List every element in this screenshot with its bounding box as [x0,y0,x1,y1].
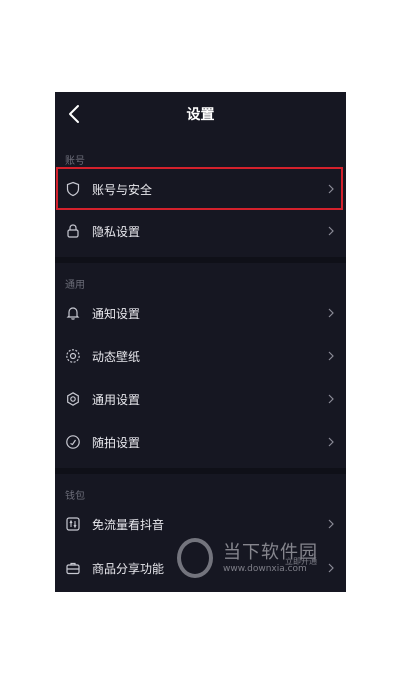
briefcase-icon [66,562,80,575]
menu-item-label: 动态壁纸 [92,350,141,364]
section-divider [55,468,346,474]
header: 设置 [55,92,346,136]
watermark: 当下软件园 www.downxia.com 立即开通 [175,536,345,584]
data-traffic-icon [66,517,80,531]
check-circle-icon [66,435,80,449]
menu-item-wallpaper[interactable]: 动态壁纸 [55,338,346,374]
gear-icon [67,392,79,406]
chevron-right-icon [328,437,334,447]
menu-item-general-settings[interactable]: 通用设置 [55,381,346,417]
menu-item-label: 通用设置 [92,393,141,407]
chevron-right-icon [328,519,334,529]
menu-item-privacy[interactable]: 隐私设置 [55,213,346,249]
page-title: 设置 [186,107,215,123]
watermark-logo-icon [177,538,213,578]
watermark-action: 立即开通 [285,557,317,566]
menu-item-notifications[interactable]: 通知设置 [55,295,346,331]
bell-icon [66,307,80,320]
chevron-right-icon [328,394,334,404]
chevron-right-icon [328,226,334,236]
menu-item-label: 隐私设置 [92,225,141,239]
chevron-right-icon [328,351,334,361]
wallpaper-icon [66,349,80,363]
menu-item-label: 免流量看抖音 [92,518,165,532]
menu-item-label: 随拍设置 [92,436,141,450]
settings-screen: 设置 账号 账号与安全 隐私设置 通用 通知设置 动态壁纸 通用设置 随拍设置 … [55,92,346,592]
menu-item-label: 商品分享功能 [92,562,165,576]
lock-icon [67,224,79,238]
menu-item-shoot-settings[interactable]: 随拍设置 [55,424,346,460]
section-divider [55,257,346,263]
menu-item-label: 通知设置 [92,307,141,321]
chevron-right-icon [328,308,334,318]
highlight-box [56,167,343,210]
section-label-wallet: 钱包 [65,491,85,502]
section-label-account: 账号 [65,156,85,167]
section-label-general: 通用 [65,280,85,291]
